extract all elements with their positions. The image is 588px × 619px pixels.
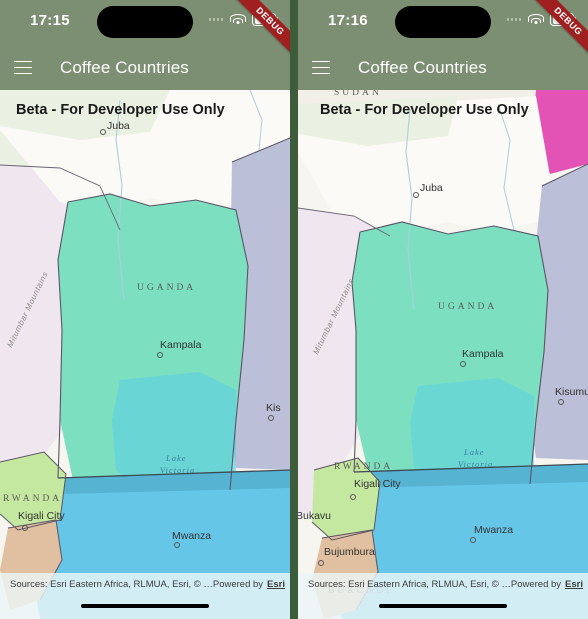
attribution-powered-by: Powered by xyxy=(212,579,264,590)
attribution-sources: Sources: Esri Eastern Africa, RLMUA, Esr… xyxy=(308,579,511,590)
dynamic-island xyxy=(97,6,193,38)
beta-banner: Beta - For Developer Use Only xyxy=(16,102,225,118)
status-time: 17:15 xyxy=(30,12,70,29)
attribution-sources: Sources: Esri Eastern Africa, RLMUA, Esr… xyxy=(10,579,213,590)
city-dot-kigali xyxy=(22,525,28,531)
city-dot-juba xyxy=(100,129,106,135)
home-indicator xyxy=(379,603,507,608)
attribution-powered-by: Powered by xyxy=(510,579,562,590)
right-attribution-bar: Sources: Esri Eastern Africa, RLMUA, Esr… xyxy=(298,573,588,619)
attribution-esri-link[interactable]: Esri xyxy=(565,579,583,590)
city-dot-mwanza xyxy=(174,542,180,548)
dynamic-island xyxy=(395,6,491,38)
right-app-bar: Coffee Countries xyxy=(298,45,588,90)
left-phone-screenshot: Beta - For Developer Use Only Juba UGAND… xyxy=(0,0,290,619)
right-phone-screenshot: Beta - For Developer Use Only SUDAN Juba… xyxy=(298,0,588,619)
city-dot-kigali xyxy=(350,494,356,500)
battery-icon xyxy=(252,13,278,26)
beta-banner: Beta - For Developer Use Only xyxy=(320,102,529,118)
signal-dots-icon xyxy=(506,18,521,21)
panel-divider xyxy=(290,0,298,619)
status-time: 17:16 xyxy=(328,12,368,29)
city-dot-bujumbura xyxy=(318,560,324,566)
city-dot-mwanza xyxy=(470,537,476,543)
hamburger-menu-icon[interactable] xyxy=(298,45,344,90)
home-indicator xyxy=(81,603,209,608)
left-map-canvas[interactable]: Beta - For Developer Use Only Juba UGAND… xyxy=(0,90,290,619)
wifi-icon xyxy=(527,14,544,25)
app-title: Coffee Countries xyxy=(358,57,487,77)
wifi-icon xyxy=(229,14,246,25)
signal-dots-icon xyxy=(208,18,223,21)
hamburger-menu-icon[interactable] xyxy=(0,45,46,90)
attribution-esri-link[interactable]: Esri xyxy=(267,579,285,590)
right-map-canvas[interactable]: Beta - For Developer Use Only SUDAN Juba… xyxy=(298,90,588,619)
left-app-bar: Coffee Countries xyxy=(0,45,290,90)
right-status-bar: 17:16 xyxy=(298,0,588,45)
comparison-stage: Beta - For Developer Use Only Juba UGAND… xyxy=(0,0,588,619)
left-status-bar: 17:15 xyxy=(0,0,290,45)
city-dot-kisumu xyxy=(268,415,274,421)
city-dot-juba xyxy=(413,192,419,198)
city-dot-kampala xyxy=(460,361,466,367)
app-title: Coffee Countries xyxy=(60,57,189,77)
left-attribution-bar: Sources: Esri Eastern Africa, RLMUA, Esr… xyxy=(0,573,290,619)
city-dot-kisumu xyxy=(558,399,564,405)
city-dot-kampala xyxy=(157,352,163,358)
battery-icon xyxy=(550,13,576,26)
